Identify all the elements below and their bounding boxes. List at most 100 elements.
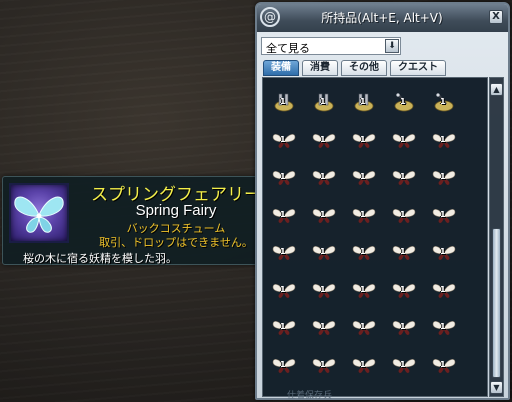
inventory-slot[interactable]: 1 [312, 317, 336, 337]
item-quantity: 1 [360, 97, 366, 106]
inventory-slot[interactable]: 1 [312, 280, 336, 300]
inventory-slot[interactable]: 1 [272, 205, 296, 225]
tab-consumable[interactable]: 消費 [302, 60, 338, 76]
item-quantity: 1 [400, 172, 406, 181]
inventory-slot[interactable]: 1 [312, 355, 336, 375]
item-quantity: 1 [440, 134, 446, 144]
inventory-slot[interactable]: 1 [432, 317, 456, 337]
item-quantity: 1 [320, 209, 326, 219]
item-quantity: 1 [400, 322, 406, 331]
item-quantity: 1 [280, 359, 286, 369]
filter-value: 全て見る [266, 42, 310, 55]
item-quantity: 1 [440, 172, 446, 181]
item-tooltip: スプリングフェアリー Spring Fairy バックコスチューム 取引、ドロッ… [2, 176, 270, 265]
inventory-slot[interactable]: 1 [272, 317, 296, 337]
item-quantity: 1 [400, 247, 406, 256]
bottom-caption: 仕着保存兵 [287, 391, 333, 401]
item-quantity: 1 [320, 97, 326, 106]
inventory-slot[interactable]: 1 [272, 280, 296, 300]
inventory-tabs: 装備 消費 その他 クエスト [263, 60, 446, 77]
inventory-slot[interactable]: 1 [312, 130, 336, 150]
inventory-slot[interactable]: 1 [272, 92, 296, 112]
inventory-slot[interactable]: 1 [352, 355, 376, 375]
inventory-slot[interactable]: 1 [392, 355, 416, 375]
dropdown-arrow-icon[interactable]: ⬇ [385, 39, 399, 53]
item-quantity: 1 [280, 247, 286, 256]
inventory-slot[interactable]: 1 [272, 167, 296, 187]
inventory-slot[interactable]: 1 [432, 205, 456, 225]
item-quantity: 1 [400, 134, 406, 144]
inventory-window: @ 所持品(Alt+E, Alt+V) X 全て見る ⬇ 装備 消費 その他 ク… [255, 2, 510, 400]
tab-other[interactable]: その他 [341, 60, 387, 76]
item-quantity: 1 [440, 284, 446, 294]
inventory-slot[interactable]: 1 [312, 92, 336, 112]
inventory-slot[interactable]: 1 [392, 280, 416, 300]
tab-equipment[interactable]: 装備 [263, 60, 299, 76]
inventory-slot[interactable]: 1 [432, 130, 456, 150]
scrollbar[interactable]: ▲ ▼ [489, 77, 504, 397]
item-grid: 1 1 1 1 1 1 1 1 1 1 1 1 1 1 1 1 1 1 1 1 1 1 1 1 1 1 1 1 1 1 1 1 1 1 1 1 1 1 1 1 [262, 77, 488, 397]
close-button[interactable]: X [489, 10, 503, 24]
trade-restriction: 取引、ドロップはできません。 [99, 236, 253, 249]
inventory-slot[interactable]: 1 [352, 167, 376, 187]
inventory-title: 所持品(Alt+E, Alt+V) [321, 11, 443, 25]
item-quantity: 1 [360, 322, 366, 331]
inventory-slot[interactable]: 1 [352, 317, 376, 337]
item-quantity: 1 [400, 359, 406, 369]
inventory-slot[interactable]: 1 [352, 92, 376, 112]
inventory-slot[interactable]: 1 [392, 317, 416, 337]
inventory-slot[interactable]: 1 [272, 130, 296, 150]
item-quantity: 1 [280, 172, 286, 181]
inventory-slot[interactable]: 1 [312, 205, 336, 225]
item-quantity: 1 [400, 97, 406, 106]
inventory-slot[interactable]: 1 [312, 167, 336, 187]
item-quantity: 1 [360, 209, 366, 219]
item-quantity: 1 [280, 97, 286, 106]
inventory-titlebar[interactable]: @ 所持品(Alt+E, Alt+V) X [257, 4, 508, 32]
inventory-slot[interactable]: 1 [392, 205, 416, 225]
inventory-slot[interactable]: 1 [432, 280, 456, 300]
item-quantity: 1 [320, 134, 326, 144]
item-quantity: 1 [440, 97, 446, 106]
fairy-wings-icon [9, 183, 69, 243]
item-quantity: 1 [440, 359, 446, 369]
item-quantity: 1 [400, 209, 406, 219]
inventory-slot[interactable]: 1 [392, 92, 416, 112]
scroll-thumb[interactable] [492, 228, 501, 378]
item-quantity: 1 [360, 284, 366, 294]
scroll-down-button[interactable]: ▼ [490, 381, 503, 394]
inventory-slot[interactable]: 1 [432, 242, 456, 262]
item-quantity: 1 [400, 284, 406, 294]
item-quantity: 1 [440, 322, 446, 331]
item-description: 桜の木に宿る妖精を模した羽。 [23, 252, 177, 265]
filter-dropdown[interactable]: 全て見る ⬇ [261, 37, 401, 55]
inventory-slot[interactable]: 1 [272, 355, 296, 375]
inventory-slot[interactable]: 1 [352, 130, 376, 150]
swirl-logo-icon: @ [260, 7, 280, 27]
inventory-slot[interactable]: 1 [352, 242, 376, 262]
inventory-slot[interactable]: 1 [352, 280, 376, 300]
item-quantity: 1 [320, 322, 326, 331]
inventory-slot[interactable]: 1 [392, 130, 416, 150]
item-quantity: 1 [320, 247, 326, 256]
item-quantity: 1 [280, 134, 286, 144]
inventory-slot[interactable]: 1 [432, 355, 456, 375]
inventory-slot[interactable]: 1 [432, 92, 456, 112]
item-quantity: 1 [360, 134, 366, 144]
inventory-slot[interactable]: 1 [352, 205, 376, 225]
item-quantity: 1 [280, 209, 286, 219]
scroll-up-button[interactable]: ▲ [490, 83, 503, 96]
item-quantity: 1 [320, 172, 326, 181]
inventory-slot[interactable]: 1 [392, 242, 416, 262]
item-name-en: Spring Fairy [135, 202, 217, 219]
tab-quest[interactable]: クエスト [390, 60, 446, 76]
item-quantity: 1 [320, 359, 326, 369]
inventory-slot[interactable]: 1 [432, 167, 456, 187]
inventory-slot[interactable]: 1 [312, 242, 336, 262]
inventory-slot[interactable]: 1 [272, 242, 296, 262]
item-quantity: 1 [360, 172, 366, 181]
item-quantity: 1 [360, 359, 366, 369]
item-quantity: 1 [280, 284, 286, 294]
inventory-slot[interactable]: 1 [392, 167, 416, 187]
item-quantity: 1 [320, 284, 326, 294]
